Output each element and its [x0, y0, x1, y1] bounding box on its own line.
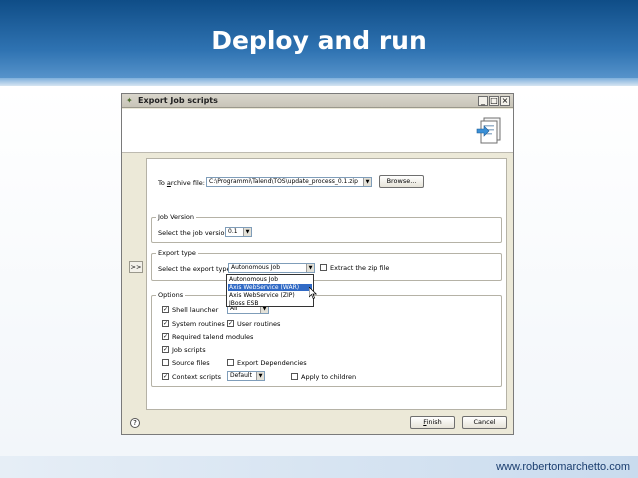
source-files-label: Source files [172, 359, 210, 367]
export-wizard-icon [476, 117, 501, 144]
context-scripts-checkbox[interactable]: ✓ [162, 373, 169, 380]
chevron-down-icon[interactable]: ▼ [256, 372, 264, 380]
shell-launcher-label: Shell launcher [172, 306, 219, 314]
minimize-button[interactable]: _ [478, 96, 488, 106]
chevron-down-icon[interactable]: ▼ [306, 264, 314, 272]
export-type-dropdown-list: Autonomous Job Axis WebService (WAR) Axi… [226, 274, 314, 307]
export-option-jboss-esb[interactable]: JBoss ESB [228, 300, 312, 307]
user-routines-checkbox[interactable]: ✓ [227, 320, 234, 327]
export-type-select[interactable]: Autonomous Job ▼ [228, 263, 315, 273]
export-type-label: Select the export type [158, 265, 231, 273]
export-type-title: Export type [156, 249, 198, 257]
system-routines-label: System routines [172, 320, 225, 328]
job-scripts-label: Job scripts [172, 346, 206, 354]
archive-file-input[interactable]: C:\Programmi\Talend\TOS\update_process_0… [206, 177, 372, 187]
dialog-banner [122, 109, 513, 153]
export-type-group: Export type Select the export type Auton… [151, 249, 502, 281]
export-dependencies-checkbox[interactable] [227, 359, 234, 366]
job-version-group: Job Version Select the job version 0.1 ▼ [151, 213, 502, 243]
mouse-cursor-icon [309, 287, 317, 299]
close-button[interactable]: × [500, 96, 510, 106]
collapse-button[interactable]: >> [129, 261, 143, 273]
export-dependencies-label: Export Dependencies [237, 359, 307, 367]
export-option-axis-war[interactable]: Axis WebService (WAR) [228, 284, 312, 291]
footer-url: www.robertomarchetto.com [496, 461, 630, 473]
system-routines-checkbox[interactable]: ✓ [162, 320, 169, 327]
browse-button[interactable]: Browse... [379, 175, 424, 188]
chevron-down-icon[interactable]: ▼ [243, 228, 251, 236]
required-modules-label: Required talend modules [172, 333, 254, 341]
job-version-label: Select the job version [158, 229, 229, 237]
job-icon: ✦ [126, 96, 133, 105]
job-scripts-checkbox[interactable]: ✓ [162, 346, 169, 353]
options-title: Options [156, 291, 186, 299]
export-job-dialog: ✦ Export Job scripts _ □ × >> To archive… [121, 93, 514, 435]
apply-children-label: Apply to children [301, 373, 357, 381]
job-version-title: Job Version [156, 213, 196, 221]
shell-launcher-checkbox[interactable]: ✓ [162, 306, 169, 313]
maximize-button[interactable]: □ [489, 96, 499, 106]
finish-button[interactable]: Finish [410, 416, 455, 429]
help-icon[interactable]: ? [130, 418, 140, 428]
export-option-autonomous-job[interactable]: Autonomous Job [228, 276, 312, 283]
slide-title: Deploy and run [211, 26, 427, 55]
source-files-checkbox[interactable] [162, 359, 169, 366]
options-group: Options ✓ Shell launcher All ▼ ✓ System … [151, 291, 502, 387]
extract-zip-label: Extract the zip file [330, 264, 390, 272]
apply-children-checkbox[interactable] [291, 373, 298, 380]
user-routines-label: User routines [237, 320, 281, 328]
dialog-title: Export Job scripts [138, 96, 218, 105]
chevron-down-icon[interactable]: ▼ [363, 178, 371, 186]
context-scripts-label: Context scripts [172, 373, 222, 381]
dialog-content: To archive file: C:\Programmi\Talend\TOS… [146, 158, 507, 410]
dialog-titlebar[interactable]: ✦ Export Job scripts _ □ × [122, 94, 513, 108]
extract-zip-checkbox[interactable] [320, 264, 327, 271]
slide-header-band [0, 78, 638, 86]
cancel-button[interactable]: Cancel [462, 416, 507, 429]
required-modules-checkbox[interactable]: ✓ [162, 333, 169, 340]
context-select[interactable]: Default ▼ [227, 371, 265, 381]
archive-file-label: To archive file: [158, 179, 205, 187]
job-version-select[interactable]: 0.1 ▼ [225, 227, 252, 237]
export-option-axis-zip[interactable]: Axis WebService (ZIP) [228, 292, 312, 299]
